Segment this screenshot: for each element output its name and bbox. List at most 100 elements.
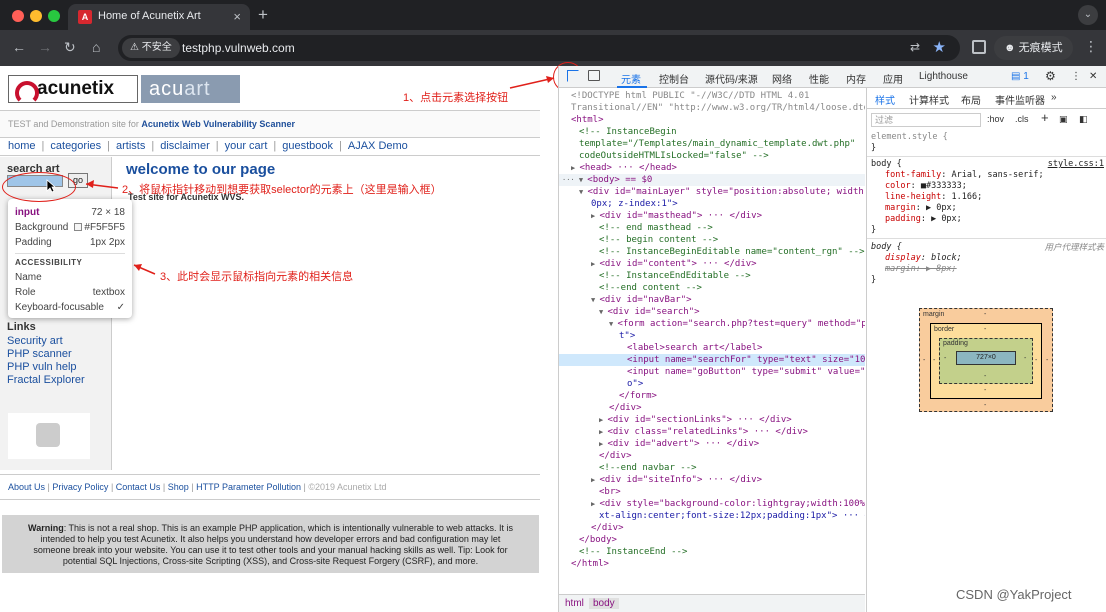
dom-line[interactable]: </form>	[619, 390, 865, 402]
bm-dash: -	[984, 387, 987, 394]
dom-line[interactable]: <html>	[571, 114, 865, 126]
css-prop-name: margin	[885, 203, 916, 213]
dom-line-body[interactable]: ··· ▼ <body> == $0	[559, 174, 865, 187]
dom-line[interactable]: ▼ <div id="navBar">	[591, 294, 865, 306]
tab-console[interactable]: 控制台	[659, 71, 689, 86]
brace: }	[871, 275, 877, 285]
dom-text: <!-- end masthead -->	[599, 223, 713, 233]
dom-text: <div id="mainLayer" style="position:abso…	[587, 187, 865, 197]
dom-line[interactable]: o">	[627, 378, 865, 390]
dom-line[interactable]: </div>	[609, 402, 865, 414]
toggle-sidebar-icon[interactable]: ◧	[1079, 114, 1088, 125]
hov-toggle[interactable]: :hov	[987, 114, 1004, 124]
tab-styles[interactable]: 样式	[875, 92, 895, 107]
dom-text: <!DOCTYPE html PUBLIC "-//W3C//DTD HTML …	[571, 91, 810, 101]
tab-lighthouse[interactable]: Lighthouse	[919, 71, 968, 82]
dom-line[interactable]: ▶ <div id="advert"> ··· </div>	[599, 438, 865, 450]
cls-toggle[interactable]: .cls	[1015, 114, 1029, 124]
bm-dash: -	[1024, 355, 1027, 362]
dom-line[interactable]: </div>	[591, 522, 865, 534]
box-model-diagram: margin - - - - border - - - - padding - …	[919, 308, 1053, 412]
dom-line[interactable]: <!-- InstanceEndEditable -->	[599, 270, 865, 282]
tab-application[interactable]: 应用	[883, 71, 903, 86]
css-prop[interactable]: line-height: 1.166;	[871, 192, 1104, 203]
tab-memory[interactable]: 内存	[846, 71, 866, 86]
dom-line[interactable]: <label>search art</label>	[627, 342, 865, 354]
dom-line[interactable]: ▶ <div id="siteInfo"> ··· </div>	[591, 474, 865, 486]
style-source-link[interactable]: style.css:1	[1048, 159, 1104, 170]
tab-computed[interactable]: 计算样式	[909, 92, 949, 107]
brace: }	[871, 225, 877, 235]
dom-line[interactable]: <input name="goButton" type="submit" val…	[627, 366, 865, 378]
dom-line[interactable]: ▼ <div id="mainLayer" style="position:ab…	[579, 186, 865, 198]
css-prop[interactable]: margin: ▶ 0px;	[871, 203, 1104, 214]
css-prop-name: line-height	[885, 192, 942, 202]
dom-line[interactable]: <!--end navbar -->	[599, 462, 865, 474]
dom-text: </div>	[609, 403, 642, 413]
dom-line[interactable]: ▶ <div id="masthead"> ··· </div>	[591, 210, 865, 222]
bm-dash: -	[1046, 357, 1049, 364]
dom-text: <html>	[571, 115, 604, 125]
bm-dash: -	[984, 373, 987, 380]
dom-line[interactable]: </div>	[599, 450, 865, 462]
tab-performance[interactable]: 性能	[809, 71, 829, 86]
dom-line[interactable]: <!DOCTYPE html PUBLIC "-//W3C//DTD HTML …	[571, 90, 865, 102]
tab-layout[interactable]: 布局	[961, 92, 981, 107]
dom-line[interactable]: ▼ <div id="search">	[599, 306, 865, 318]
dom-line[interactable]: ▶ <div style="background-color:lightgray…	[591, 498, 865, 510]
tab-sources[interactable]: 源代码/来源	[705, 71, 758, 86]
dom-line[interactable]: xt-align:center;font-size:12px;padding:1…	[599, 510, 865, 522]
device-toolbar-icon[interactable]	[588, 70, 600, 81]
dom-line[interactable]: t">	[619, 330, 865, 342]
dom-line[interactable]: ▶ <div id="sectionLinks"> ··· </div>	[599, 414, 865, 426]
devtools-tabbar: 元素 控制台 源代码/来源 网络 性能 内存 应用 Lighthouse ▤ 1…	[559, 66, 1106, 88]
dom-line[interactable]: ▼ <form action="search.php?test=query" m…	[609, 318, 865, 330]
dom-line[interactable]: <!-- end masthead -->	[599, 222, 865, 234]
dom-line[interactable]: 0px; z-index:1">	[591, 198, 865, 210]
dom-line[interactable]: <!-- InstanceBegin	[579, 126, 865, 138]
dom-text: <!-- InstanceBegin	[579, 127, 677, 137]
dom-line[interactable]: <!-- InstanceEnd -->	[579, 546, 865, 558]
dom-line[interactable]: </body>	[579, 534, 865, 546]
issues-badge[interactable]: ▤ 1	[1011, 71, 1029, 82]
dom-line[interactable]: <br>	[599, 486, 865, 498]
annotation-step3: 3、此时会显示鼠标指向元素的相关信息	[160, 271, 354, 283]
styles-filter-input[interactable]: 过滤	[871, 113, 981, 127]
dom-line[interactable]: ▶ <head> ··· </head>	[571, 162, 865, 174]
devtools-more-icon[interactable]: ⋮	[1071, 71, 1081, 82]
dom-text: <label>search art</label>	[627, 343, 763, 353]
dom-line[interactable]: <!-- begin content -->	[599, 234, 865, 246]
css-prop[interactable]: color: ■#333333;	[871, 181, 1104, 192]
dom-text: Transitional//EN" "http://www.w3.org/TR/…	[571, 103, 865, 113]
breadcrumb-html[interactable]: html	[565, 598, 584, 609]
bm-dash: -	[944, 355, 947, 362]
dom-line[interactable]: Transitional//EN" "http://www.w3.org/TR/…	[571, 102, 865, 114]
tab-elements[interactable]: 元素	[621, 71, 641, 86]
tab-network[interactable]: 网络	[772, 71, 792, 86]
styles-tabbar: 样式 计算样式 布局 事件监听器 »	[867, 88, 1106, 109]
breadcrumb-body[interactable]: body	[589, 598, 619, 609]
inspect-element-icon[interactable]	[567, 70, 579, 82]
dom-line[interactable]: ▶ <div id="content"> ··· </div>	[591, 258, 865, 270]
dom-text: <div id="masthead"> ··· </div>	[599, 211, 762, 221]
bm-margin-label: margin	[923, 311, 945, 318]
css-prop[interactable]: padding: ▶ 0px;	[871, 214, 1104, 225]
dom-breadcrumb: html body	[559, 594, 865, 612]
dom-line[interactable]: ▶ <div class="relatedLinks"> ··· </div>	[599, 426, 865, 438]
dom-line-selected[interactable]: <input name="searchFor" type="text" size…	[559, 354, 865, 367]
dom-line[interactable]: template="/Templates/main_dynamic_templa…	[579, 138, 865, 150]
new-rule-icon[interactable]: +	[1041, 110, 1049, 125]
css-prop[interactable]: font-family: Arial, sans-serif;	[871, 170, 1104, 181]
ua-selector: body {	[871, 242, 902, 252]
dom-line[interactable]: <!--end content -->	[599, 282, 865, 294]
settings-gear-icon[interactable]: ⚙	[1045, 69, 1056, 83]
tab-more[interactable]: »	[1051, 92, 1057, 103]
devtools-close-icon[interactable]: ✕	[1089, 71, 1097, 82]
dom-text: <!-- begin content -->	[599, 235, 719, 245]
tab-event-listeners[interactable]: 事件监听器	[995, 92, 1045, 107]
dom-line[interactable]: codeOutsideHTMLIsLocked="false" -->	[579, 150, 865, 162]
dom-line[interactable]: <!-- InstanceBeginEditable name="content…	[599, 246, 865, 258]
dom-line[interactable]: </html>	[571, 558, 865, 570]
paint-icon[interactable]: ▣	[1059, 114, 1068, 125]
css-prop: display: block;	[885, 253, 962, 263]
